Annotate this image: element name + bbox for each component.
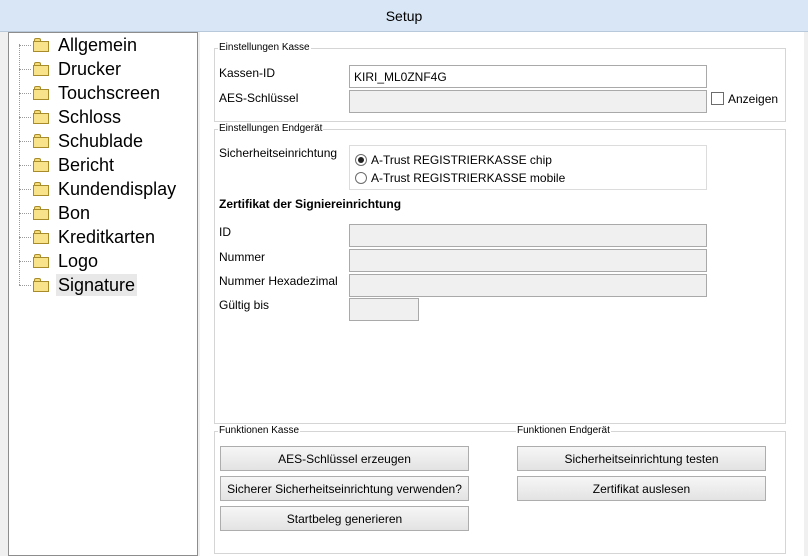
kassen-id-value: KIRI_ML0ZNF4G (354, 70, 447, 84)
tree-item-label: Signature (56, 274, 138, 296)
button-label: Sicherer Sicherheitseinrichtung verwende… (227, 481, 462, 496)
button-label: Startbeleg generieren (286, 511, 403, 526)
folder-icon (33, 254, 51, 268)
zertifikat-nummer-label: Nummer (219, 250, 266, 264)
group-einstellungen-endgeraet: Einstellungen Endgerät Sicherheitseinric… (214, 123, 786, 424)
tree-item-logo[interactable]: Logo (19, 250, 100, 272)
aes-key-generate-button[interactable]: AES-Schlüssel erzeugen (220, 446, 469, 471)
button-label: Sicherheitseinrichtung testen (564, 451, 719, 466)
folder-icon (33, 230, 51, 244)
zertifikat-id-label: ID (219, 225, 231, 239)
tree-item-schloss[interactable]: Schloss (19, 106, 123, 128)
group-funktionen: Funktionen Kasse Funktionen Endgerät AES… (214, 425, 786, 554)
tree-item-label: Kreditkarten (58, 227, 156, 247)
zertifikat-nummer-hex-label: Nummer Hexadezimal (219, 274, 338, 288)
tree-item-label: Allgemein (58, 35, 138, 55)
tree-item-drucker[interactable]: Drucker (19, 58, 123, 80)
folder-icon (33, 182, 51, 196)
radio-mobile-label[interactable]: A-Trust REGISTRIERKASSE mobile (371, 171, 565, 185)
anzeigen-checkbox[interactable] (711, 92, 724, 105)
folder-icon (33, 86, 51, 100)
aes-key-field[interactable] (349, 90, 707, 113)
folder-icon (33, 206, 51, 220)
tree-item-bericht[interactable]: Bericht (19, 154, 116, 176)
zertifikat-nummer-hex-field[interactable] (349, 274, 707, 297)
radio-chip[interactable] (355, 154, 367, 166)
window-title: Setup (385, 7, 423, 24)
anzeigen-label: Anzeigen (728, 92, 779, 106)
folder-icon (33, 110, 51, 124)
tree-item-touchscreen[interactable]: Touchscreen (19, 82, 162, 104)
group-einstellungen-kasse: Einstellungen Kasse Kassen-ID KIRI_ML0ZN… (214, 42, 786, 122)
gueltig-bis-label: Gültig bis (219, 298, 270, 312)
settings-panel: Einstellungen Kasse Kassen-ID KIRI_ML0ZN… (200, 32, 804, 556)
folder-icon (33, 62, 51, 76)
secure-device-button[interactable]: Sicherer Sicherheitseinrichtung verwende… (220, 476, 469, 501)
aes-key-label: AES-Schlüssel (219, 91, 299, 105)
startbeleg-generate-button[interactable]: Startbeleg generieren (220, 506, 469, 531)
settings-tree[interactable]: Allgemein Drucker Touchscreen Schloss Sc… (8, 32, 198, 556)
group-title-kasse: Funktionen Kasse (218, 425, 301, 436)
tree-item-label: Logo (58, 251, 99, 271)
gueltig-bis-field[interactable] (349, 298, 419, 321)
tree-item-schublade[interactable]: Schublade (19, 130, 145, 152)
title-bar: Setup (0, 0, 808, 32)
tree-item-allgemein[interactable]: Allgemein (19, 34, 139, 56)
group-title: Einstellungen Endgerät (218, 123, 324, 134)
zertifikat-heading: Zertifikat der Signiereinrichtung (219, 197, 402, 211)
zertifikat-id-field[interactable] (349, 224, 707, 247)
tree-item-label: Schloss (58, 107, 122, 127)
read-certificate-button[interactable]: Zertifikat auslesen (517, 476, 766, 501)
radio-chip-label[interactable]: A-Trust REGISTRIERKASSE chip (371, 153, 552, 167)
group-title-endgeraet: Funktionen Endgerät (516, 425, 611, 436)
sicherheitseinrichtung-label: Sicherheitseinrichtung (219, 146, 338, 160)
tree-item-label: Bericht (58, 155, 115, 175)
tree-item-label: Drucker (58, 59, 122, 79)
tree-item-kundendisplay[interactable]: Kundendisplay (19, 178, 178, 200)
zertifikat-nummer-field[interactable] (349, 249, 707, 272)
folder-icon (33, 278, 51, 292)
button-label: AES-Schlüssel erzeugen (278, 451, 411, 466)
tree-item-signature[interactable]: Signature (19, 274, 138, 296)
tree-item-kreditkarten[interactable]: Kreditkarten (19, 226, 157, 248)
tree-item-bon[interactable]: Bon (19, 202, 92, 224)
tree-item-label: Bon (58, 203, 91, 223)
kassen-id-field[interactable]: KIRI_ML0ZNF4G (349, 65, 707, 88)
folder-icon (33, 158, 51, 172)
tree-item-label: Schublade (58, 131, 144, 151)
sicherheitseinrichtung-options: A-Trust REGISTRIERKASSE chip A-Trust REG… (349, 145, 707, 190)
group-title: Einstellungen Kasse (218, 42, 311, 53)
kassen-id-label: Kassen-ID (219, 66, 276, 80)
tree-item-label: Kundendisplay (58, 179, 177, 199)
button-label: Zertifikat auslesen (592, 481, 691, 496)
test-device-button[interactable]: Sicherheitseinrichtung testen (517, 446, 766, 471)
folder-icon (33, 134, 51, 148)
tree-item-label: Touchscreen (58, 83, 161, 103)
radio-mobile[interactable] (355, 172, 367, 184)
folder-icon (33, 38, 51, 52)
